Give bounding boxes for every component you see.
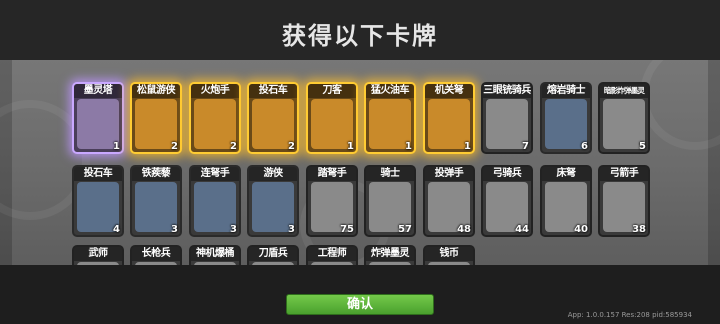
reward-card[interactable]: 弓箭手 38 bbox=[598, 165, 650, 237]
reward-card[interactable]: 踏弩手 75 bbox=[306, 165, 358, 237]
reward-card[interactable]: 弓骑兵 44 bbox=[481, 165, 533, 237]
card-count: 2 bbox=[230, 141, 237, 152]
version-label: App: 1.0.0.157 Res:208 pid:585934 bbox=[567, 311, 692, 319]
card-count: 4 bbox=[113, 224, 120, 235]
confirm-button[interactable]: 确认 bbox=[286, 294, 434, 315]
reward-card[interactable]: 骑士 57 bbox=[364, 165, 416, 237]
card-name: 神机爆桶 bbox=[191, 247, 239, 261]
card-name: 工程师 bbox=[308, 247, 356, 261]
reward-card[interactable]: 连弩手 3 bbox=[189, 165, 241, 237]
reward-card[interactable]: 铁蒺藜 3 bbox=[130, 165, 182, 237]
reward-card[interactable]: 三眼铳骑兵 7 bbox=[481, 82, 533, 154]
reward-card[interactable]: 游侠 3 bbox=[247, 165, 299, 237]
reward-card[interactable]: 刀客 1 bbox=[306, 82, 358, 154]
card-count: 2 bbox=[171, 141, 178, 152]
card-count: 38 bbox=[632, 224, 646, 235]
card-name: 连弩手 bbox=[191, 167, 239, 181]
card-name: 投石车 bbox=[74, 167, 122, 181]
card-name: 投弹手 bbox=[425, 167, 473, 181]
page-title: 获得以下卡牌 bbox=[282, 22, 438, 50]
card-count: 48 bbox=[457, 224, 471, 235]
card-count: 3 bbox=[288, 224, 295, 235]
reward-card[interactable]: 暗影炸弹墨灵 5 bbox=[598, 82, 650, 154]
reward-card[interactable]: 床弩 40 bbox=[540, 165, 592, 237]
reward-card[interactable]: 机关弩 1 bbox=[423, 82, 475, 154]
card-name: 机关弩 bbox=[425, 84, 473, 98]
card-name: 弓箭手 bbox=[600, 167, 648, 181]
card-name: 踏弩手 bbox=[308, 167, 356, 181]
card-name: 三眼铳骑兵 bbox=[483, 84, 531, 98]
card-name: 暗影炸弹墨灵 bbox=[600, 84, 648, 98]
card-name: 骑士 bbox=[366, 167, 414, 181]
card-name: 武师 bbox=[74, 247, 122, 261]
background-decoration bbox=[640, 60, 720, 150]
card-name: 弓骑兵 bbox=[483, 167, 531, 181]
card-name: 刀盾兵 bbox=[249, 247, 297, 261]
card-count: 1 bbox=[464, 141, 471, 152]
card-count: 1 bbox=[347, 141, 354, 152]
reward-card[interactable]: 投弹手 48 bbox=[423, 165, 475, 237]
card-count: 1 bbox=[405, 141, 412, 152]
reward-card[interactable]: 猛火油车 1 bbox=[364, 82, 416, 154]
reward-card[interactable]: 投石车 2 bbox=[247, 82, 299, 154]
reward-card[interactable]: 松鼠游侠 2 bbox=[130, 82, 182, 154]
reward-card[interactable]: 火炮手 2 bbox=[189, 82, 241, 154]
card-count: 44 bbox=[515, 224, 529, 235]
card-count: 57 bbox=[398, 224, 412, 235]
card-count: 7 bbox=[522, 141, 529, 152]
card-count: 75 bbox=[340, 224, 354, 235]
card-name: 墨灵塔 bbox=[74, 84, 122, 98]
card-name: 炸弹墨灵 bbox=[366, 247, 414, 261]
card-count: 2 bbox=[288, 141, 295, 152]
card-name: 床弩 bbox=[542, 167, 590, 181]
card-name: 铁蒺藜 bbox=[132, 167, 180, 181]
card-count: 40 bbox=[574, 224, 588, 235]
card-name: 长枪兵 bbox=[132, 247, 180, 261]
card-count: 6 bbox=[581, 141, 588, 152]
card-name: 钱币 bbox=[425, 247, 473, 261]
card-count: 3 bbox=[230, 224, 237, 235]
card-name: 火炮手 bbox=[191, 84, 239, 98]
card-count: 1 bbox=[113, 141, 120, 152]
reward-card[interactable]: 投石车 4 bbox=[72, 165, 124, 237]
card-name: 熔岩骑士 bbox=[542, 84, 590, 98]
card-name: 猛火油车 bbox=[366, 84, 414, 98]
card-name: 投石车 bbox=[249, 84, 297, 98]
card-count: 5 bbox=[639, 141, 646, 152]
card-name: 松鼠游侠 bbox=[132, 84, 180, 98]
reward-card[interactable]: 墨灵塔 1 bbox=[72, 82, 124, 154]
card-count: 3 bbox=[171, 224, 178, 235]
card-name: 刀客 bbox=[308, 84, 356, 98]
reward-card[interactable]: 熔岩骑士 6 bbox=[540, 82, 592, 154]
card-name: 游侠 bbox=[249, 167, 297, 181]
